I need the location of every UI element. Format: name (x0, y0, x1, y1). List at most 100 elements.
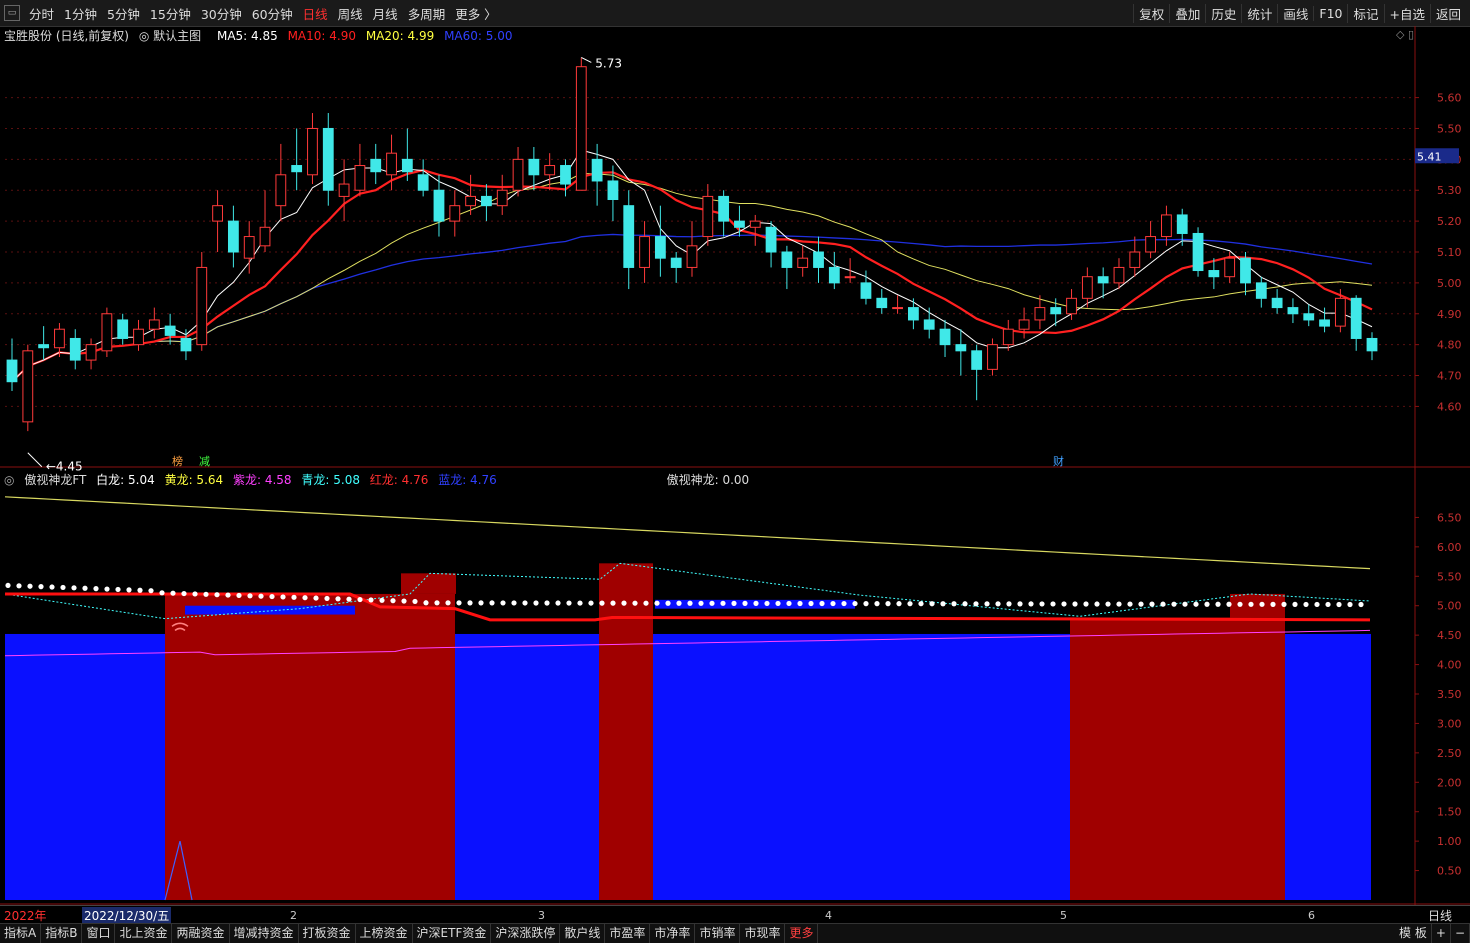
candle-body (117, 319, 129, 339)
candle-body (828, 266, 840, 284)
red-area-block (599, 563, 653, 900)
candle-body (670, 257, 682, 268)
bailong-dot (71, 585, 77, 591)
period-indicator[interactable]: 日线 (1428, 907, 1452, 924)
template-button[interactable]: 模 板 (1395, 924, 1432, 943)
sub-tick-label: 6.00 (1437, 541, 1462, 554)
candle-body (1050, 307, 1062, 315)
honglong-label: 红龙: 4.76 (369, 473, 429, 487)
candle-body (560, 165, 571, 185)
bailong-dot (984, 601, 990, 607)
ma20-label: MA20: 4.99 (365, 29, 435, 43)
bailong-dot (940, 601, 946, 607)
candle-body (987, 344, 998, 370)
bailong-dot (764, 600, 770, 607)
bailong-dot (16, 583, 22, 589)
bailong-dot (93, 586, 99, 592)
chart-settings-icons[interactable]: ◇ ▯ (1396, 28, 1414, 41)
lanlong-label: 蓝龙: 4.76 (438, 473, 497, 487)
red-area-block (165, 593, 455, 900)
bailong-dot (412, 598, 418, 605)
tab-northbound[interactable]: 北上资金 (115, 924, 173, 943)
bailong-dot (566, 600, 572, 606)
bailong-dot (1050, 601, 1056, 607)
bailong-dot (5, 582, 11, 589)
tab-indicator-a[interactable]: 指标A (0, 924, 42, 943)
main-tick-label: 4.90 (1437, 308, 1462, 321)
bailong-dot (698, 600, 704, 606)
bailong-dot (687, 600, 693, 606)
tab-pe[interactable]: 市盈率 (605, 924, 651, 943)
candle-body (449, 205, 461, 222)
bailong-dot (896, 601, 902, 607)
bailong-dot (588, 600, 594, 606)
ma10-label: MA10: 4.90 (287, 29, 356, 43)
candle-body (338, 183, 350, 197)
bailong-dot (577, 600, 583, 606)
tab-ps[interactable]: 市销率 (695, 924, 741, 943)
tab-list-funds[interactable]: 上榜资金 (356, 924, 413, 943)
sub-tick-label: 5.00 (1437, 600, 1462, 613)
candle-body (876, 297, 888, 309)
bailong-dot (434, 600, 440, 606)
candle-body (654, 236, 666, 259)
template-dropdown[interactable]: ◎ 默认主图 (139, 29, 207, 43)
bailong-dot (973, 601, 979, 607)
tab-holdings-change[interactable]: 增减持资金 (230, 924, 299, 943)
candle-body (797, 257, 809, 268)
candle-body (1176, 214, 1188, 234)
tab-margin[interactable]: 两融资金 (172, 924, 230, 943)
candle-body (386, 152, 397, 176)
tab-pb[interactable]: 市净率 (650, 924, 696, 943)
main-tick-label: 4.80 (1437, 339, 1462, 352)
sub-tick-label: 6.50 (1437, 511, 1462, 524)
bailong-dot (786, 600, 792, 607)
candle-body (307, 127, 318, 176)
tab-limit-stats[interactable]: 沪深涨跌停 (491, 924, 561, 943)
bailong-dot (599, 600, 605, 606)
tab-retail-line[interactable]: 散户线 (560, 924, 606, 943)
candle-body (69, 337, 81, 361)
tab-limit-up-funds[interactable]: 打板资金 (299, 924, 356, 943)
candle-body (133, 328, 144, 346)
bailong-dot (236, 592, 242, 599)
bailong-dot (291, 594, 297, 600)
candle-body (923, 319, 935, 330)
high-arrow (581, 56, 592, 63)
bailong-dot (258, 593, 264, 599)
date-label-mar: 3 (538, 908, 545, 922)
candle-body (433, 189, 445, 222)
tab-indicator-b[interactable]: 指标B (41, 924, 83, 943)
candle-body (180, 337, 192, 352)
main-chart-header: 宝胜股份 (日线,前复权) ◎ 默认主图 MA5: 4.85 MA10: 4.9… (4, 27, 519, 44)
tab-window[interactable]: 窗口 (82, 924, 116, 943)
date-label-apr: 4 (825, 908, 832, 922)
bailong-dot (247, 593, 253, 599)
bailong-dot (511, 600, 517, 606)
tab-pcf[interactable]: 市现率 (740, 924, 786, 943)
candle-body (686, 245, 698, 268)
zoom-out-button[interactable]: − (1451, 924, 1470, 943)
candle-body (354, 165, 366, 191)
bailong-dot (104, 586, 110, 592)
candle-body (1287, 307, 1299, 315)
bailong-dot (1347, 601, 1353, 608)
candle-body (481, 195, 492, 207)
tab-etf-funds[interactable]: 沪深ETF资金 (413, 924, 492, 943)
candle-body (1145, 236, 1157, 253)
bottom-tab-bar: 指标A 指标B 窗口 北上资金 两融资金 增减持资金 打板资金 上榜资金 沪深E… (0, 923, 1470, 943)
candle-body (38, 344, 50, 349)
date-label-year: 2022年 (4, 908, 47, 923)
bailong-dot (49, 584, 55, 590)
candle-body (591, 158, 603, 182)
bailong-dot (1314, 601, 1320, 608)
candle-body (544, 165, 556, 176)
indicator-name[interactable]: 傲视神龙FT (24, 473, 86, 487)
candle-body (164, 325, 176, 336)
tab-more[interactable]: 更多 (785, 924, 819, 943)
date-label-feb: 2 (290, 908, 297, 922)
bailong-dot (1160, 601, 1166, 607)
zoom-in-button[interactable]: + (1432, 924, 1451, 943)
stock-title[interactable]: 宝胜股份 (日线,前复权) (4, 29, 129, 43)
bailong-dot (1006, 601, 1012, 607)
